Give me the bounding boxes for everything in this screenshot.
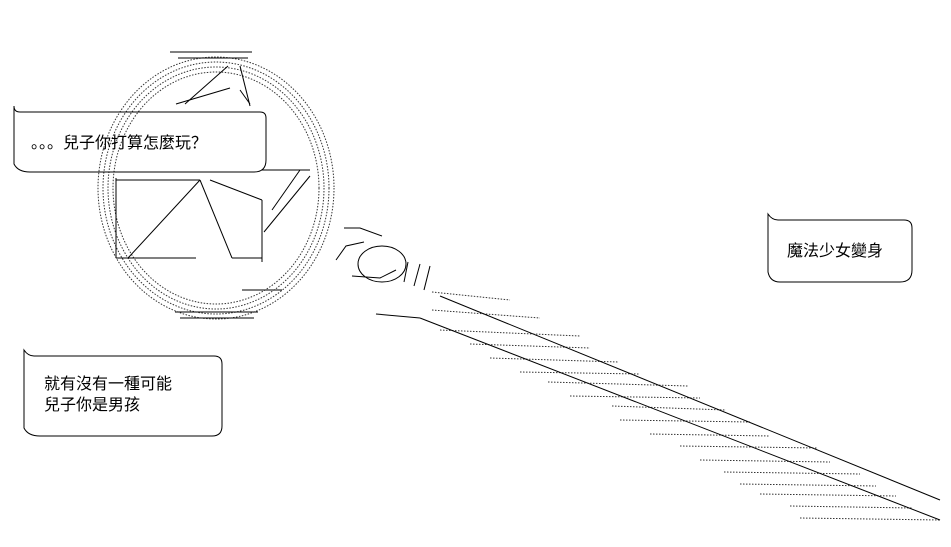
- handle-edge: [419, 295, 941, 521]
- bubble-possibility-line2: 兒子你是男孩: [44, 395, 141, 414]
- bubble-son-question: 。。。兒子你打算怎麼玩？: [31, 133, 208, 152]
- bubble-possibility-line1: 就有沒有一種可能: [44, 374, 173, 393]
- lens-rim: [170, 51, 258, 319]
- handle: [431, 291, 941, 521]
- lens-ring: [97, 56, 335, 320]
- ascii-art-magnifying-glass: [13, 51, 941, 521]
- lens-joint: [335, 227, 431, 319]
- bubble-magic-girl: 魔法少女變身: [787, 241, 884, 260]
- lens-inner-shape: [115, 65, 311, 291]
